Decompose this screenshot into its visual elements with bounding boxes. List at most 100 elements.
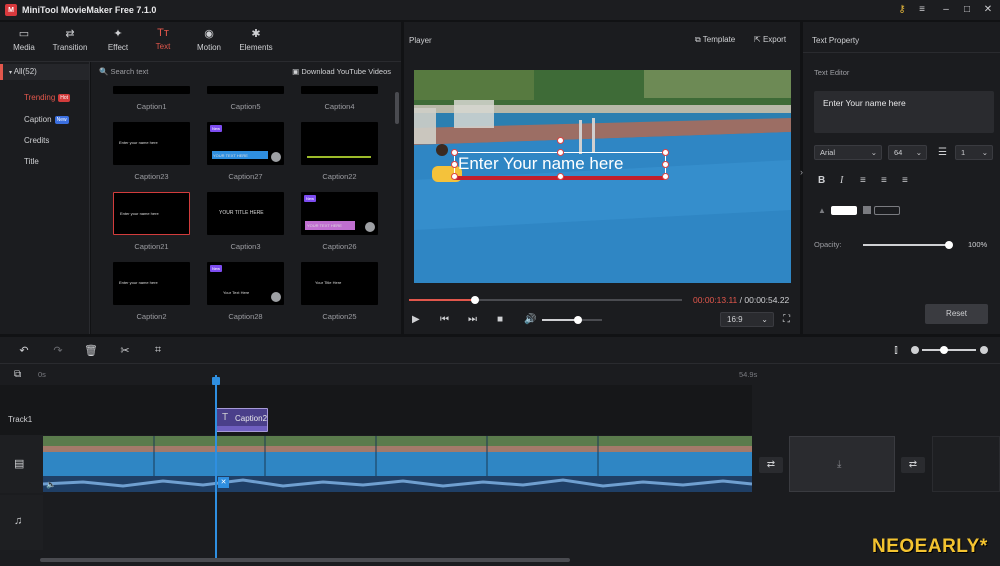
library-scrollbar[interactable] <box>395 92 399 124</box>
resize-handle[interactable] <box>451 161 458 168</box>
caption-thumbnail[interactable]: Enter your name here <box>113 122 190 165</box>
caption-thumbnail[interactable] <box>113 86 190 94</box>
tab-text[interactable]: Tт Text <box>141 27 185 51</box>
volume-slider[interactable] <box>542 316 602 324</box>
zoom-in-icon[interactable] <box>980 346 988 354</box>
caption-thumbnail[interactable]: YOUR TITLE HERE <box>207 192 284 235</box>
split-marker-icon[interactable]: ✕ <box>218 477 229 488</box>
align-left-icon[interactable]: ≡ <box>860 175 866 186</box>
category-title[interactable]: Title <box>24 157 39 166</box>
play-icon[interactable]: ▶ <box>412 314 420 325</box>
tab-motion[interactable]: ◉ Motion <box>187 27 231 52</box>
text-color-swatch[interactable] <box>831 206 857 215</box>
category-credits[interactable]: Credits <box>24 136 49 145</box>
volume-icon[interactable]: 🔊 <box>524 314 536 325</box>
maximize-icon[interactable]: □ <box>958 2 976 18</box>
caption-thumbnail[interactable] <box>301 86 378 94</box>
effect-icon: ✦ <box>113 28 123 40</box>
resize-handle[interactable] <box>451 149 458 156</box>
resize-handle[interactable] <box>662 149 669 156</box>
empty-media-slot[interactable] <box>932 436 1000 492</box>
category-trending[interactable]: Trending Hot <box>24 93 71 102</box>
text-editor-label: Text Editor <box>814 68 850 77</box>
resize-handle[interactable] <box>557 149 564 156</box>
timeline-scrollbar[interactable] <box>40 558 570 562</box>
opacity-slider[interactable] <box>863 241 953 249</box>
category-caption[interactable]: Caption New <box>24 115 69 124</box>
bold-icon[interactable]: B <box>818 175 825 186</box>
caption-thumbnail-selected[interactable]: Enter your name here <box>113 192 190 235</box>
tab-transition[interactable]: ⇄ Transition <box>48 27 92 52</box>
zoom-slider[interactable] <box>922 346 976 354</box>
new-badge: New <box>210 125 223 132</box>
zoom-out-icon[interactable] <box>911 346 919 354</box>
playhead[interactable] <box>215 375 217 560</box>
split-icon[interactable]: ✂ <box>118 344 132 357</box>
caption-thumbnail[interactable] <box>301 122 378 165</box>
undo-icon[interactable]: ↶ <box>17 344 31 357</box>
minimize-icon[interactable]: – <box>937 2 955 18</box>
align-right-icon[interactable]: ≡ <box>902 175 908 186</box>
caption-thumbnail[interactable] <box>207 86 284 94</box>
reset-button[interactable]: Reset <box>925 304 988 324</box>
line-spacing-select[interactable]: 1 ⌄ <box>955 145 993 160</box>
caption-thumbnail[interactable]: New Your Text Here <box>207 262 284 305</box>
seek-bar[interactable] <box>409 296 682 304</box>
caption-thumbnail[interactable]: New YOUR TEXT HERE <box>207 122 284 165</box>
close-icon[interactable]: ✕ <box>979 2 997 18</box>
delete-icon[interactable]: 🗑 <box>84 344 98 357</box>
italic-icon[interactable]: I <box>840 175 843 186</box>
outline-color-swatch[interactable] <box>874 206 900 215</box>
previous-frame-icon[interactable]: ⏮ <box>440 314 449 325</box>
stop-icon[interactable]: ■ <box>497 314 503 325</box>
chevron-down-icon: ⌄ <box>870 148 877 157</box>
align-center-icon[interactable]: ≡ <box>881 175 887 186</box>
collapse-arrow-icon[interactable]: › <box>800 167 803 177</box>
rotate-handle[interactable] <box>557 137 564 144</box>
caption-clip[interactable]: T Caption2 <box>216 408 268 432</box>
tab-media[interactable]: ▭ Media <box>2 27 46 52</box>
video-preview[interactable]: Enter Your name here <box>414 70 791 283</box>
media-icon: ▭ <box>18 28 30 40</box>
redo-icon[interactable]: ↷ <box>51 344 65 357</box>
transition-slot-button[interactable]: ⇄ <box>759 457 783 473</box>
download-icon[interactable] <box>271 292 281 302</box>
search-input[interactable]: 🔍 Search text <box>99 67 148 76</box>
seek-handle[interactable] <box>471 296 480 304</box>
caption-thumbnail[interactable]: New YOUR TEXT HERE <box>301 192 378 235</box>
caption-thumbnail[interactable]: Enter your name here <box>113 262 190 305</box>
key-icon[interactable]: ⚷ <box>893 2 911 18</box>
font-size-select[interactable]: 64 ⌄ <box>888 145 927 160</box>
new-badge: New <box>54 115 69 124</box>
caption-thumbnail[interactable]: Your Title Here <box>301 262 378 305</box>
category-all[interactable]: ▾ All(52) <box>0 64 89 80</box>
download-icon[interactable] <box>365 222 375 232</box>
opacity-handle[interactable] <box>945 241 953 249</box>
video-clip[interactable]: 🔈 <box>43 436 752 492</box>
zoom-handle[interactable] <box>940 346 948 354</box>
empty-media-slot[interactable]: ⤓ <box>789 436 895 492</box>
download-youtube-button[interactable]: ▣ Download YouTube Videos <box>292 67 391 76</box>
add-track-icon[interactable]: ⧉ <box>14 369 21 380</box>
resize-handle[interactable] <box>557 173 564 180</box>
text-editor-input[interactable]: Enter Your name here <box>814 91 994 133</box>
crop-icon[interactable]: ⌗ <box>151 344 165 357</box>
font-select[interactable]: Arial ⌄ <box>814 145 882 160</box>
template-button[interactable]: ⧉ Template <box>695 35 735 45</box>
fit-timeline-icon[interactable]: ⫾ <box>889 344 903 357</box>
menu-icon[interactable]: ≡ <box>913 2 931 18</box>
tab-effect[interactable]: ✦ Effect <box>96 27 140 52</box>
resize-handle[interactable] <box>451 173 458 180</box>
playhead-handle[interactable] <box>212 377 220 385</box>
tab-elements[interactable]: ✱ Elements <box>234 27 278 52</box>
transition-slot-button[interactable]: ⇄ <box>901 457 925 473</box>
resize-handle[interactable] <box>662 161 669 168</box>
aspect-ratio-select[interactable]: 16:9 ⌄ <box>720 312 774 327</box>
resize-handle[interactable] <box>662 173 669 180</box>
volume-handle[interactable] <box>574 316 582 324</box>
total-time: 00:00:54.22 <box>744 295 790 305</box>
next-frame-icon[interactable]: ⏭ <box>468 314 477 325</box>
fullscreen-icon[interactable]: ⛶ <box>783 314 790 325</box>
export-button[interactable]: ⇱ Export <box>754 35 786 44</box>
download-icon[interactable] <box>271 152 281 162</box>
